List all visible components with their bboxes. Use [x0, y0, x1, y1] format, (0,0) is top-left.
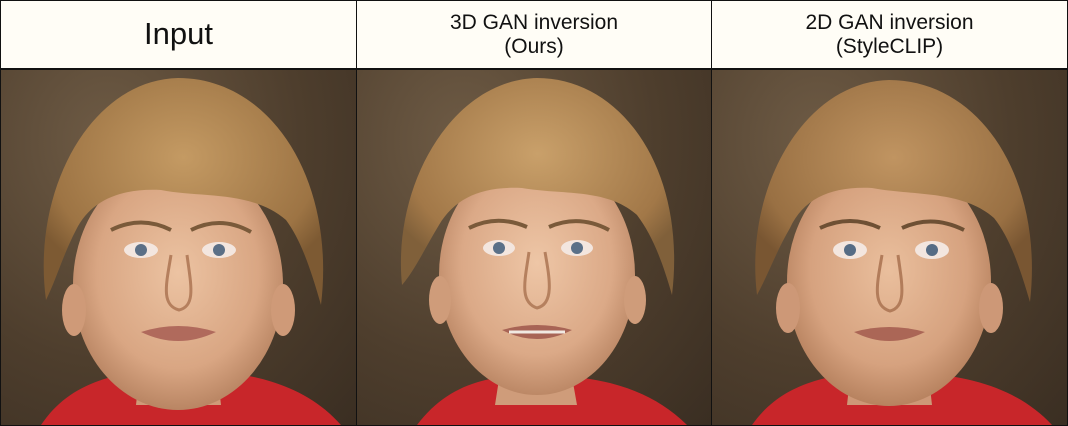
right-ear [271, 284, 295, 336]
header-ours-title: 3D GAN inversion [449, 10, 619, 34]
header-styleclip: 2D GAN inversion (StyleCLIP) [712, 1, 1067, 68]
face-illustration [41, 78, 341, 425]
right-ear [979, 283, 1003, 333]
header-ours-subtitle: (Ours) [504, 34, 564, 58]
ours-face-panel [357, 70, 711, 425]
left-ear [776, 283, 800, 333]
styleclip-face-panel [712, 70, 1067, 425]
face-illustration [400, 78, 687, 425]
comparison-figure: Input 3D GAN inversion (Ours) 2D GAN inv… [0, 0, 1068, 426]
face-illustration [752, 80, 1052, 425]
header-styleclip-title: 2D GAN inversion [805, 10, 974, 34]
right-ear [624, 276, 646, 324]
header-input: Input [1, 1, 356, 68]
left-ear [62, 284, 86, 336]
left-ear [429, 276, 451, 324]
header-input-label: Input [144, 16, 213, 52]
header-styleclip-subtitle: (StyleCLIP) [835, 34, 944, 58]
header-ours: 3D GAN inversion (Ours) [357, 1, 711, 68]
input-face-panel [1, 70, 356, 425]
